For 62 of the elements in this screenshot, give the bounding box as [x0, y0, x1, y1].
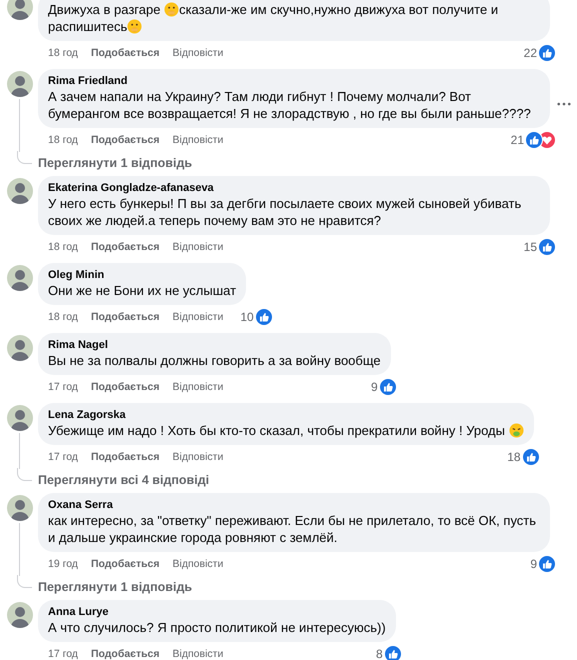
avatar-icon[interactable] — [7, 178, 33, 204]
reply-link[interactable]: Відповісти — [172, 648, 224, 660]
comment-text: Они же не Бони их не услышат — [48, 282, 236, 299]
comment-text: А что случилось? Я просто политикой не интересуюсь)) — [48, 619, 386, 636]
view-replies-link[interactable]: Переглянути всі 4 відповіді — [32, 473, 210, 487]
author-name[interactable]: Rima Friedland — [48, 74, 540, 88]
avatar-icon[interactable] — [7, 602, 33, 628]
avatar-icon[interactable] — [7, 405, 33, 431]
like-link[interactable]: Подобається — [90, 241, 160, 253]
reply-link[interactable]: Відповісти — [172, 241, 224, 253]
like-link[interactable]: Подобається — [90, 134, 160, 146]
author-name[interactable]: Oxana Serra — [48, 498, 540, 512]
reply-link[interactable]: Відповісти — [172, 558, 224, 570]
author-name[interactable]: Lena Zagorska — [48, 408, 524, 422]
comment-text: Вы не за полвалы должны говорить а за войну вообще — [48, 352, 381, 369]
comment-text: У него есть бункеры! П вы за дегбги посылаете своих мужей сыновей убивать своих же людей.а теперь почему вам это не нравится? — [48, 195, 522, 229]
reaction-count[interactable]: 22 — [524, 46, 537, 60]
reply-link[interactable]: Відповісти — [172, 311, 224, 323]
comment-time[interactable]: 18 год — [48, 311, 78, 323]
author-name[interactable]: Ekaterina Gongladze-afanaseva — [48, 181, 540, 195]
reply-link[interactable]: Відповісти — [172, 381, 224, 393]
reply-link[interactable]: Відповісти — [172, 47, 224, 59]
emoji-icon — [127, 19, 142, 34]
view-replies-link[interactable]: Переглянути 1 відповідь — [32, 156, 192, 170]
comment-time[interactable]: 17 год — [48, 451, 78, 463]
avatar-icon[interactable] — [7, 495, 33, 521]
author-name[interactable]: Rima Nagel — [48, 338, 381, 352]
comment-time[interactable]: 19 год — [48, 558, 78, 570]
reaction-count[interactable]: 9 — [370, 380, 378, 394]
avatar-icon[interactable] — [7, 0, 33, 20]
comment-time[interactable]: 18 год — [48, 134, 78, 146]
comment-text: как интересно, за "ответку" переживают. Если бы не прилетало, то всё ОК, пусть и дальше украинские города ровняют с землёй. — [48, 512, 538, 546]
reaction-count[interactable]: 18 — [507, 450, 521, 464]
reaction-count[interactable]: 10 — [240, 310, 254, 324]
reaction-count[interactable]: 21 — [510, 133, 524, 147]
author-name[interactable]: Oleg Minin — [48, 268, 236, 282]
avatar-icon[interactable] — [7, 335, 33, 361]
comment-time[interactable]: 17 год — [48, 381, 78, 393]
reaction-count[interactable]: 8 — [376, 647, 383, 660]
like-link[interactable]: Подобається — [90, 648, 160, 660]
emoji-icon — [164, 2, 180, 17]
reaction-count[interactable]: 9 — [530, 557, 537, 571]
emoji-icon — [508, 423, 524, 438]
reply-link[interactable]: Відповісти — [172, 134, 224, 146]
view-replies-link[interactable]: Переглянути 1 відповідь — [32, 580, 192, 594]
comment-time[interactable]: 18 год — [48, 241, 78, 253]
like-link[interactable]: Подобається — [90, 47, 160, 59]
comment-time[interactable]: 17 год — [48, 648, 78, 660]
avatar-icon[interactable] — [7, 71, 33, 97]
author-name[interactable]: Anna Lurye — [48, 605, 386, 619]
avatar-icon[interactable] — [7, 265, 33, 291]
comment-text: Убежище им надо ! Хоть бы кто-то сказал, чтобы прекратили войну ! Уроды — [48, 422, 524, 439]
like-link[interactable]: Подобається — [90, 558, 160, 570]
comment-text: Движуха в разгаре сказали-же им скучно,нужно движуха вот получите и распишитесь — [48, 1, 500, 35]
reaction-count[interactable]: 15 — [524, 240, 537, 254]
reply-link[interactable]: Відповісти — [172, 451, 224, 463]
comment-text: А зачем напали на Украину? Там люди гибнут ! Почему молчали? Вот бумерангом все возвращается! Я не злорадствую , но где вы были раньше???? — [48, 88, 532, 122]
like-link[interactable]: Подобається — [90, 311, 160, 323]
like-link[interactable]: Подобається — [90, 381, 160, 393]
more-icon[interactable] — [557, 102, 571, 106]
like-link[interactable]: Подобається — [90, 451, 160, 463]
comment-time[interactable]: 18 год — [48, 47, 78, 59]
